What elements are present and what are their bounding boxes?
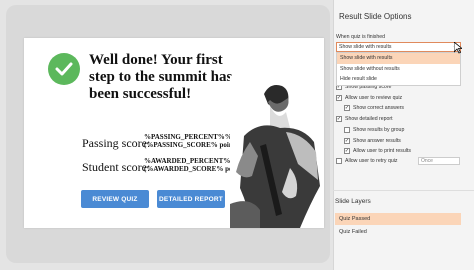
when-finished-label: When quiz is finished [336, 34, 386, 40]
review-quiz-button[interactable]: REVIEW QUIZ [81, 190, 149, 208]
slide-headline: Well done! Your first step to the summit… [89, 52, 233, 102]
allow-print-results-checkbox[interactable]: ✓ Allow user to print results [344, 148, 411, 154]
student-score-label: Student score: [82, 160, 151, 174]
when-finished-dropdown: Show slide with results Show slide witho… [336, 52, 461, 86]
checkbox-icon[interactable]: ✓ [344, 148, 350, 154]
checkbox-icon[interactable] [336, 158, 342, 164]
checkbox-icon[interactable]: ✓ [344, 105, 350, 111]
panel-divider [333, 190, 474, 191]
checkbox-icon[interactable]: ✓ [336, 116, 342, 122]
dropdown-option[interactable]: Hide result slide [337, 74, 460, 85]
layer-quiz-failed[interactable]: Quiz Failed [335, 226, 461, 238]
show-detailed-report-checkbox[interactable]: ✓ Show detailed report [336, 116, 393, 122]
panel-title: Result Slide Options [339, 12, 412, 21]
dropdown-option[interactable]: Show slide with results [337, 53, 460, 64]
show-correct-answers-checkbox[interactable]: ✓ Show correct answers [344, 105, 404, 111]
result-slide[interactable]: Well done! Your first step to the summit… [24, 38, 324, 228]
allow-retry-checkbox[interactable]: Allow user to retry quiz [336, 158, 397, 164]
slide-layers-title: Slide Layers [335, 198, 371, 205]
checkbox-icon[interactable] [344, 127, 350, 133]
checkbox-icon[interactable]: ✓ [336, 95, 342, 101]
show-answer-results-checkbox[interactable]: ✓ Show answer results [344, 138, 401, 144]
show-results-by-group-checkbox[interactable]: Show results by group [344, 127, 404, 133]
when-finished-value: Show slide with results [339, 44, 392, 50]
checkmark-icon [48, 53, 80, 85]
checkbox-icon[interactable]: ✓ [344, 138, 350, 144]
layer-quiz-passed[interactable]: Quiz Passed [335, 213, 461, 225]
passing-score-label: Passing score: [82, 136, 151, 150]
retry-count-select[interactable]: Once [418, 157, 460, 165]
allow-review-checkbox[interactable]: ✓ Allow user to review quiz [336, 95, 402, 101]
dropdown-option[interactable]: Show slide without results [337, 64, 460, 75]
mouse-pointer-icon [454, 42, 462, 54]
detailed-report-button[interactable]: DETAILED REPORT [157, 190, 225, 208]
when-finished-select[interactable]: Show slide with results [336, 42, 461, 52]
climber-photo [230, 76, 324, 228]
